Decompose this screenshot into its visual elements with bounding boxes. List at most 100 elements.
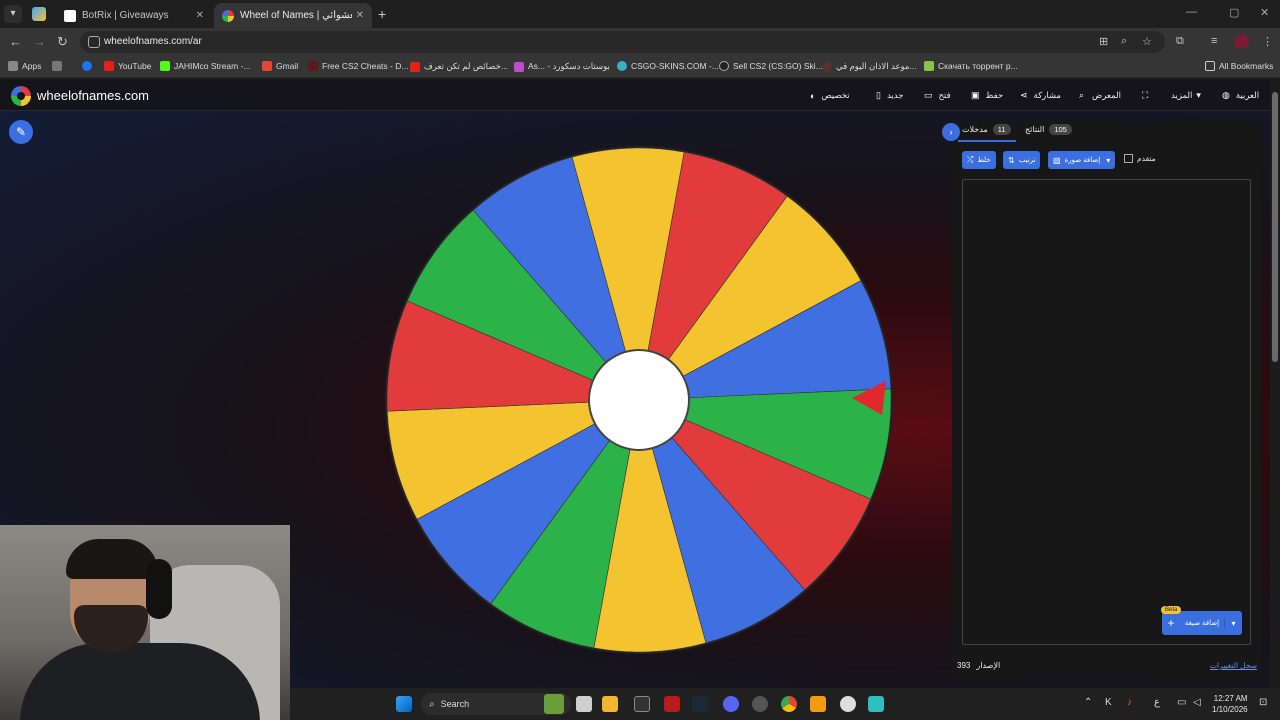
tab-search-icon[interactable]: ▾ xyxy=(4,5,22,23)
site-info-icon[interactable] xyxy=(88,36,100,48)
menu-save[interactable]: ▣ حفظ xyxy=(971,90,1003,101)
notifications-icon[interactable]: ⊡ xyxy=(1259,697,1267,708)
fullscreen-icon[interactable]: ⛶ xyxy=(1142,90,1148,101)
maximize-icon[interactable]: ▢ xyxy=(1229,6,1239,19)
discord-icon[interactable] xyxy=(723,696,739,712)
new-tab-icon[interactable]: + xyxy=(378,6,386,22)
steam-icon[interactable] xyxy=(692,696,708,712)
language-indicator[interactable]: ع xyxy=(1154,697,1160,708)
task-view-icon[interactable] xyxy=(576,696,592,712)
menu-open[interactable]: ▭ فتح xyxy=(924,90,951,101)
bookmark-facebook[interactable] xyxy=(82,61,96,71)
add-format-button[interactable]: + إضافة صيغة ▾ xyxy=(1162,611,1242,635)
tab-entries[interactable]: مدخلات 11 xyxy=(962,124,1011,135)
tray-overflow-icon[interactable]: ⌃ xyxy=(1084,697,1092,708)
tab-wheel-of-names[interactable]: Wheel of Names | عجلة الأسماء العشوائي ✕ xyxy=(214,3,372,28)
menu-more[interactable]: المزيد ▾ xyxy=(1171,90,1201,101)
wheel-logo-icon[interactable] xyxy=(11,86,31,106)
advanced-checkbox[interactable] xyxy=(1124,154,1133,163)
bookmark-prayer-times[interactable]: موعد الاذان اليوم في... xyxy=(822,61,917,72)
network-icon[interactable]: ▭ xyxy=(1177,697,1186,708)
chevron-down-icon: ▾ xyxy=(1106,155,1111,165)
chrome-menu-icon[interactable]: ⋮ xyxy=(1262,35,1273,48)
bookmark-torrent[interactable]: Скачать торрент р... xyxy=(924,61,1018,71)
address-bar[interactable]: wheelofnames.com/ar ⊞ ⌕ ☆ xyxy=(80,31,1165,53)
tab-botrix[interactable]: BotRix | Giveaways ✕ xyxy=(56,3,212,28)
chrome-icon[interactable] xyxy=(781,696,797,712)
menu-gallery[interactable]: ⌕ المعرض xyxy=(1079,90,1121,101)
bookmark-sell-cs2[interactable]: Sell CS2 (CS:GO) Ski... xyxy=(719,61,823,71)
entries-textarea[interactable] xyxy=(962,179,1251,645)
translate-icon[interactable]: ⊞ xyxy=(1099,35,1108,48)
scrollbar-thumb[interactable] xyxy=(1272,92,1278,362)
close-tab-icon[interactable]: ✕ xyxy=(196,10,204,21)
plus-icon: + xyxy=(1167,616,1175,630)
bookmark-features[interactable]: خصائص لم تكن تعرف... xyxy=(410,61,508,72)
app-active-icon[interactable] xyxy=(868,696,884,712)
pinned-tab-icon[interactable] xyxy=(32,7,46,21)
back-icon[interactable]: ← xyxy=(9,34,22,49)
edit-pencil-icon[interactable]: ✎ xyxy=(9,120,33,144)
microphone-icon[interactable]: ♪ xyxy=(1127,697,1132,708)
facebook-icon xyxy=(82,61,92,71)
bookmark-discord-posts[interactable]: As... - بوستات دسكورد xyxy=(514,61,610,72)
bookmark-grid[interactable] xyxy=(52,61,66,71)
volume-icon[interactable]: ◁ xyxy=(1193,697,1201,708)
menu-new[interactable]: ▯ جديد xyxy=(876,90,904,101)
bookmark-youtube[interactable]: YouTube xyxy=(104,61,151,71)
tab-results[interactable]: النتائج 105 xyxy=(1025,124,1072,135)
chevron-down-icon: ▾ xyxy=(1196,90,1201,100)
changelog-link[interactable]: سجل التغييرات xyxy=(1210,661,1257,670)
version-number: 393 xyxy=(957,661,971,670)
page-scrollbar[interactable] xyxy=(1270,80,1280,688)
collapse-panel-icon[interactable]: › xyxy=(942,123,960,141)
bookmark-gmail[interactable]: Gmail xyxy=(262,61,298,71)
add-image-button[interactable]: ▨ إضافة صورة ▾ xyxy=(1048,151,1116,169)
bookmark-label: Скачать торрент р... xyxy=(938,61,1018,71)
tab-label: النتائج xyxy=(1025,125,1045,134)
save-icon: ▣ xyxy=(971,90,980,100)
bookmark-all[interactable]: All Bookmarks xyxy=(1205,61,1273,71)
zoom-icon[interactable]: ⌕ xyxy=(1121,35,1127,48)
bookmark-jahimco[interactable]: JAHIMco Stream -... xyxy=(160,61,251,71)
app-g-icon[interactable] xyxy=(634,696,650,712)
menu-customize[interactable]: ◐ تخصيص xyxy=(810,90,850,101)
tab-title: Wheel of Names | عجلة الأسماء العشوائي xyxy=(240,10,352,21)
close-tab-icon[interactable]: ✕ xyxy=(356,10,364,21)
bookmark-apps[interactable]: Apps xyxy=(8,61,41,71)
app-triangle-icon[interactable] xyxy=(664,696,680,712)
windows-start-icon[interactable] xyxy=(396,696,412,712)
forward-icon[interactable]: → xyxy=(33,34,46,49)
menu-share[interactable]: ⋖ مشاركة xyxy=(1020,90,1061,101)
widgets-icon[interactable] xyxy=(544,694,564,714)
advanced-toggle[interactable]: متقدم xyxy=(1124,154,1156,163)
bookmark-star-icon[interactable]: ☆ xyxy=(1142,35,1152,48)
minimize-icon[interactable]: — xyxy=(1186,6,1197,18)
shuffle-button[interactable]: ⤮ خلط xyxy=(962,151,996,169)
bookmark-csgo-skins[interactable]: CSGO-SKINS.COM -... xyxy=(617,61,719,71)
logo-text[interactable]: wheelofnames.com xyxy=(37,88,149,103)
settings-gear-icon[interactable] xyxy=(840,696,856,712)
menu-language[interactable]: ◍ العربية xyxy=(1222,90,1259,101)
chevron-down-icon[interactable]: ▾ xyxy=(1224,618,1242,628)
taskbar-clock[interactable]: 12:27 AM 1/10/2026 xyxy=(1212,693,1248,715)
botrix-favicon-icon xyxy=(64,9,76,22)
site-icon xyxy=(719,61,729,71)
wheel-center-hub[interactable] xyxy=(588,349,690,451)
profile-avatar[interactable] xyxy=(1234,34,1249,49)
app-a-icon[interactable] xyxy=(810,696,826,712)
close-window-icon[interactable]: ✕ xyxy=(1260,6,1269,19)
media-control-icon[interactable]: ≡ xyxy=(1211,35,1217,47)
reload-icon[interactable]: ↻ xyxy=(57,34,68,50)
menu-label: جديد xyxy=(886,90,904,100)
file-explorer-icon[interactable] xyxy=(602,696,618,712)
sort-icon: ⇅ xyxy=(1008,155,1015,165)
beta-badge: Beta xyxy=(1161,606,1182,614)
gmail-icon xyxy=(262,61,272,71)
extensions-icon[interactable]: ⧉ xyxy=(1176,35,1184,48)
wheel-of-names[interactable] xyxy=(384,145,894,655)
sort-button[interactable]: ⇅ ترتيب xyxy=(1003,151,1041,169)
obs-icon[interactable] xyxy=(752,696,768,712)
bookmark-cs2-cheats[interactable]: Free CS2 Cheats - D... xyxy=(308,61,408,71)
tray-app-icon[interactable]: K xyxy=(1105,697,1112,708)
